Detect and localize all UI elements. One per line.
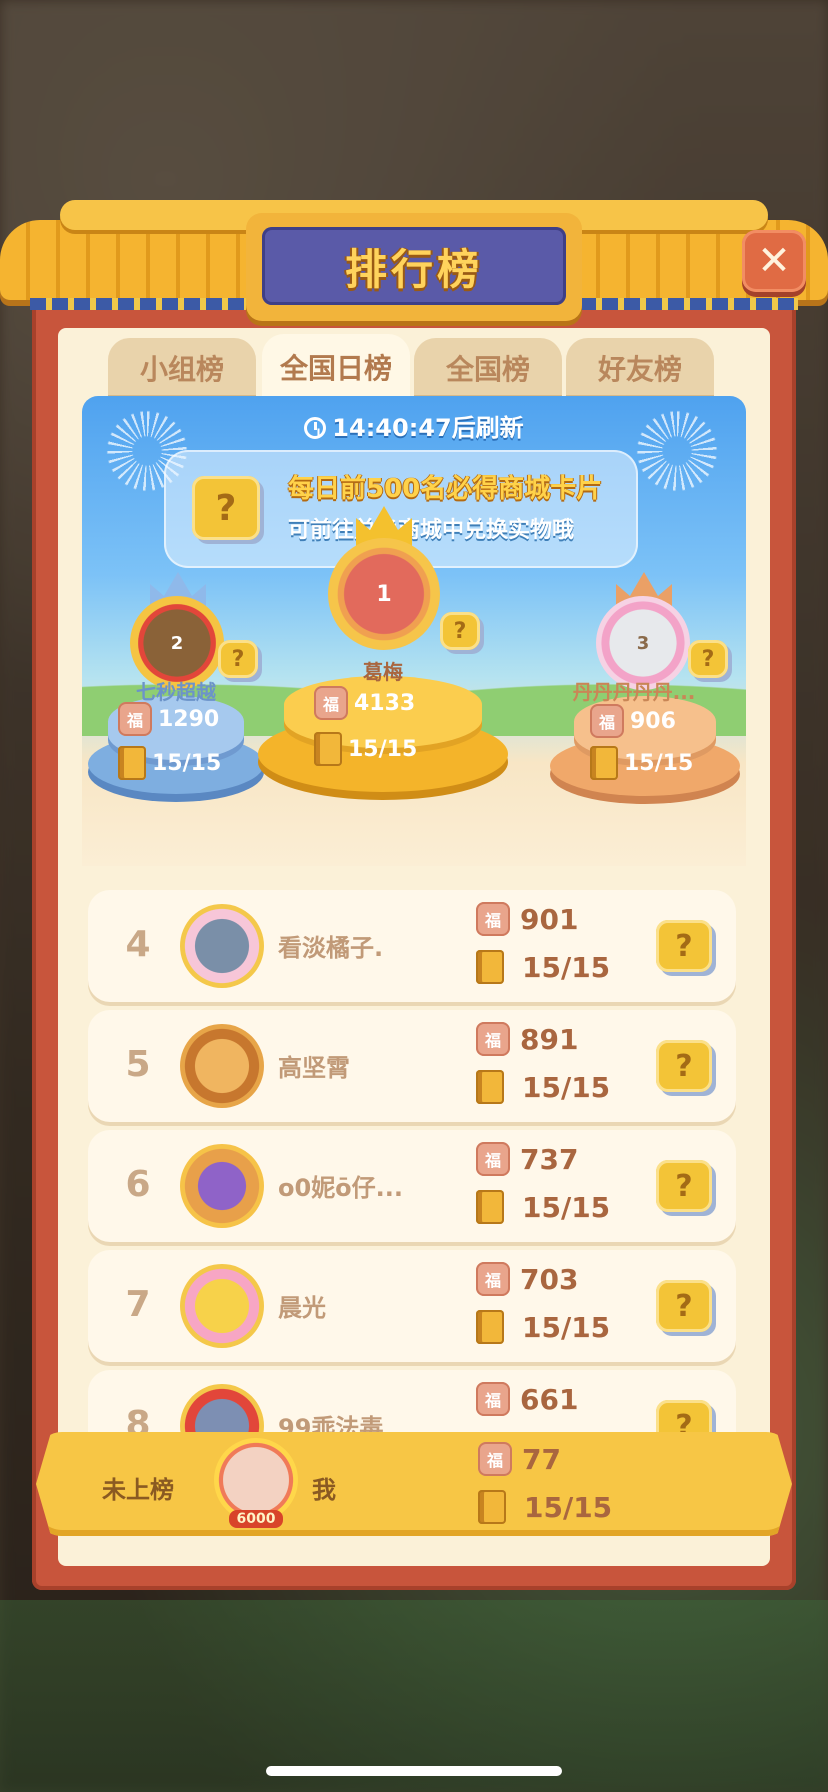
player-name: 高坚霄 [278,1054,350,1082]
seal-icon: 福 [476,902,510,936]
puzzle-card-icon: ? [192,476,260,540]
podium-progress: 15/15 [314,732,417,766]
player-name: 看淡橘子. [278,934,384,962]
list-item[interactable]: 7 晨光 福 703 15/15 ? [88,1250,736,1362]
player-progress: 15/15 [476,1190,610,1224]
podium-rank-3[interactable]: 3 ? 丹丹丹丹丹... 福 906 15/15 [550,566,740,806]
player-name: o0妮ō仔... [278,1174,404,1202]
podium-name: 葛梅 [363,660,403,684]
book-icon [590,746,618,780]
list-item[interactable]: 4 看淡橘子. 福 901 15/15 ? [88,890,736,1002]
player-score: 福 661 [476,1382,578,1416]
avatar: 1 [328,538,440,650]
seal-icon: 福 [478,1442,512,1476]
seal-icon: 福 [476,1262,510,1296]
podium-progress: 15/15 [118,746,221,780]
tab-friends[interactable]: 好友榜 [566,338,714,398]
podium-score: 福 4133 [314,686,415,720]
puzzle-card-icon[interactable]: ? [656,1040,712,1092]
rank-number: 7 [125,1284,151,1325]
book-icon [478,1490,506,1524]
tab-group[interactable]: 小组榜 [108,338,256,398]
my-progress: 15/15 [478,1490,612,1524]
podium-score: 福 906 [590,704,676,738]
refresh-timer: 14:40:47后刷新 [82,408,746,443]
avatar [180,1384,264,1438]
rank-number: 6 [125,1164,151,1205]
puzzle-card-icon[interactable]: ? [656,1280,712,1332]
puzzle-card-icon: ? [440,612,480,650]
player-score: 福 891 [476,1022,578,1056]
avatar: 6000 [214,1438,298,1528]
close-button[interactable]: ✕ [742,230,806,292]
puzzle-card-icon: ? [218,640,258,678]
seal-icon: 福 [476,1382,510,1416]
tab-national-daily[interactable]: 全国日榜 [262,334,410,400]
ranking-list[interactable]: 4 看淡橘子. 福 901 15/15 ? 5 高坚霄 福 891 15/15 … [88,890,736,1438]
list-item[interactable]: 6 o0妮ō仔... 福 737 15/15 ? [88,1130,736,1242]
book-icon [314,732,342,766]
leaderboard-tabs: 小组榜 全国日榜 全国榜 好友榜 [108,334,716,400]
avatar [180,1024,264,1108]
avatar-badge: 6000 [228,1510,284,1528]
rank-number: 5 [125,1044,151,1085]
my-rank-status: 未上榜 [102,1476,174,1504]
home-indicator[interactable] [266,1766,562,1776]
seal-icon: 福 [476,1022,510,1056]
player-score: 福 703 [476,1262,578,1296]
puzzle-card-icon: ? [688,640,728,678]
player-progress: 15/15 [476,1310,610,1344]
seal-icon: 福 [590,704,624,738]
podium-name: 七秒超越 [136,680,216,704]
avatar [180,1264,264,1348]
player-score: 福 901 [476,902,578,936]
page-title: 排行榜 [344,244,483,294]
background-bottom-bar [0,1600,828,1792]
player-progress: 15/15 [476,950,610,984]
list-item[interactable]: 5 高坚霄 福 891 15/15 ? [88,1010,736,1122]
book-icon [476,1310,504,1344]
player-name: 晨光 [278,1294,326,1322]
my-score: 福 77 [478,1442,561,1476]
seal-icon: 福 [476,1142,510,1176]
puzzle-card-icon[interactable]: ? [656,1160,712,1212]
podium-progress: 15/15 [590,746,693,780]
player-progress: 15/15 [476,1070,610,1104]
list-item[interactable]: 8 99乖法毒 福 661 ? [88,1370,736,1438]
podium-rank-2[interactable]: 2 ? 七秒超越 福 1290 15/15 [88,566,264,806]
close-icon: ✕ [757,238,791,284]
avatar [180,904,264,988]
book-icon [476,950,504,984]
seal-icon: 福 [314,686,348,720]
clock-icon [304,417,327,439]
book-icon [118,746,146,780]
tab-national[interactable]: 全国榜 [414,338,562,398]
avatar [180,1144,264,1228]
podium-name: 丹丹丹丹丹... [572,680,696,704]
podium-rank-1[interactable]: 1 ? 葛梅 福 4133 15/15 [258,506,508,806]
my-rank-row[interactable]: 未上榜 6000 我 福 77 15/15 [36,1432,792,1536]
title-plaque: 排行榜 [246,213,582,321]
top-three-panel: 14:40:47后刷新 ? 每日前500名必得商城卡片 可前往兑换商城中兑换实物… [82,396,746,866]
book-icon [476,1190,504,1224]
rank-number: 4 [125,924,151,965]
player-score: 福 737 [476,1142,578,1176]
my-name: 我 [312,1476,336,1504]
puzzle-card-icon[interactable]: ? [656,920,712,972]
seal-icon: 福 [118,702,152,736]
banner-title: 每日前500名必得商城卡片 [288,474,603,504]
podium-score: 福 1290 [118,702,219,736]
book-icon [476,1070,504,1104]
